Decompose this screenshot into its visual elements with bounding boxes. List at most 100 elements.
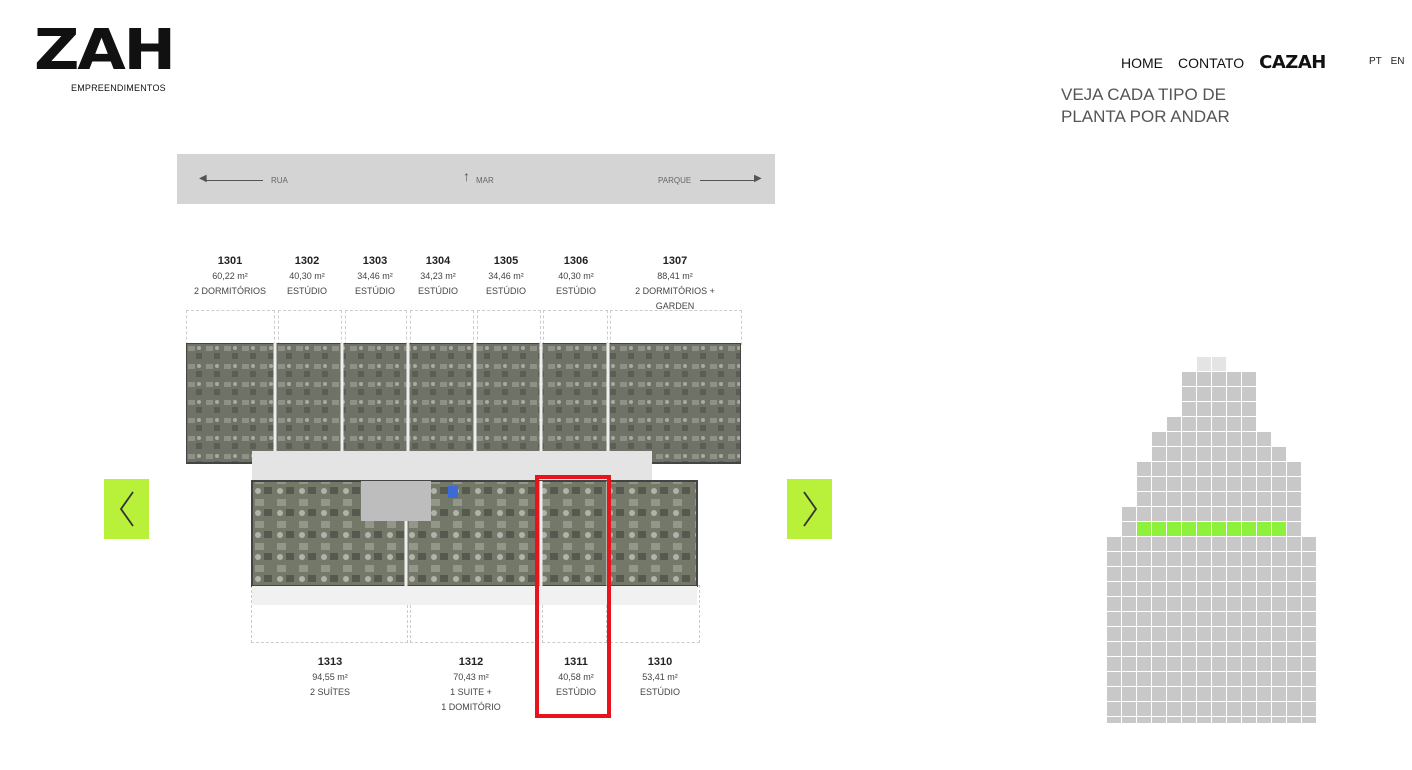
floor-cell[interactable] bbox=[1107, 597, 1121, 611]
floor-cell[interactable] bbox=[1257, 552, 1271, 566]
floor-cell[interactable] bbox=[1137, 612, 1151, 626]
floor-cell[interactable] bbox=[1197, 582, 1211, 596]
floor-cell[interactable] bbox=[1287, 627, 1301, 641]
floor-cell[interactable] bbox=[1182, 432, 1196, 446]
floor-cell[interactable] bbox=[1107, 612, 1121, 626]
floor-cell[interactable] bbox=[1182, 372, 1196, 386]
floor-cell[interactable] bbox=[1182, 417, 1196, 431]
floor-cell[interactable] bbox=[1257, 447, 1271, 461]
floor-cell[interactable] bbox=[1287, 552, 1301, 566]
floor-cell[interactable] bbox=[1167, 582, 1181, 596]
floor-cell[interactable] bbox=[1107, 657, 1121, 671]
floor-cell[interactable] bbox=[1152, 492, 1166, 506]
floor-cell[interactable] bbox=[1257, 597, 1271, 611]
floor-cell[interactable] bbox=[1197, 372, 1211, 386]
floor-cell[interactable] bbox=[1137, 537, 1151, 551]
floor-cell[interactable] bbox=[1197, 552, 1211, 566]
floor-cell[interactable] bbox=[1152, 672, 1166, 686]
floor-cell[interactable] bbox=[1272, 582, 1286, 596]
floor-cell[interactable] bbox=[1287, 537, 1301, 551]
floor-cell[interactable] bbox=[1302, 672, 1316, 686]
floor-cell[interactable] bbox=[1212, 567, 1226, 581]
floor-cell[interactable] bbox=[1212, 507, 1226, 521]
floor-cell[interactable] bbox=[1197, 492, 1211, 506]
floor-cell[interactable] bbox=[1152, 717, 1166, 723]
floor-cell[interactable] bbox=[1122, 717, 1136, 723]
floor-cell[interactable] bbox=[1167, 627, 1181, 641]
floor-cell[interactable] bbox=[1137, 687, 1151, 701]
floor-cell[interactable] bbox=[1302, 552, 1316, 566]
floor-cell[interactable] bbox=[1107, 702, 1121, 716]
floor-cell[interactable] bbox=[1152, 597, 1166, 611]
floor-cell-active[interactable] bbox=[1242, 522, 1256, 536]
floor-cell[interactable] bbox=[1257, 462, 1271, 476]
floor-cell[interactable] bbox=[1152, 657, 1166, 671]
floor-cell[interactable] bbox=[1302, 612, 1316, 626]
unit-outline-1302[interactable] bbox=[278, 310, 342, 345]
floor-cell-active[interactable] bbox=[1212, 522, 1226, 536]
floor-cell[interactable] bbox=[1182, 387, 1196, 401]
floor-cell[interactable] bbox=[1272, 507, 1286, 521]
floor-cell[interactable] bbox=[1122, 702, 1136, 716]
floor-cell[interactable] bbox=[1257, 567, 1271, 581]
floor-cell[interactable] bbox=[1242, 552, 1256, 566]
floor-cell[interactable] bbox=[1152, 552, 1166, 566]
floor-cell[interactable] bbox=[1152, 432, 1166, 446]
floor-cell[interactable] bbox=[1137, 642, 1151, 656]
unit-label-1312[interactable]: 1312 70,43 m² 1 SUITE + 1 DOMITÓRIO bbox=[430, 655, 512, 715]
floor-cell[interactable] bbox=[1257, 642, 1271, 656]
floor-cell[interactable] bbox=[1182, 507, 1196, 521]
floor-cell-active[interactable] bbox=[1137, 522, 1151, 536]
floor-cell[interactable] bbox=[1182, 687, 1196, 701]
floor-cell[interactable] bbox=[1227, 537, 1241, 551]
floor-cell[interactable] bbox=[1182, 537, 1196, 551]
floor-cell[interactable] bbox=[1152, 702, 1166, 716]
floor-cell-active[interactable] bbox=[1152, 522, 1166, 536]
unit-outline-1305[interactable] bbox=[477, 310, 541, 345]
floor-cell[interactable] bbox=[1287, 672, 1301, 686]
floor-cell[interactable] bbox=[1302, 582, 1316, 596]
floor-cell[interactable] bbox=[1212, 417, 1226, 431]
floor-cell[interactable] bbox=[1182, 462, 1196, 476]
floor-cell[interactable] bbox=[1242, 447, 1256, 461]
floor-cell[interactable] bbox=[1197, 537, 1211, 551]
floor-cell[interactable] bbox=[1272, 717, 1286, 723]
floor-cell[interactable] bbox=[1107, 687, 1121, 701]
floor-cell[interactable] bbox=[1212, 702, 1226, 716]
unit-outline-1301[interactable] bbox=[186, 310, 275, 345]
floor-cell[interactable] bbox=[1137, 672, 1151, 686]
floor-cell[interactable] bbox=[1302, 642, 1316, 656]
floor-cell[interactable] bbox=[1197, 402, 1211, 416]
floor-cell[interactable] bbox=[1242, 507, 1256, 521]
floor-cell[interactable] bbox=[1257, 432, 1271, 446]
floor-cell-active[interactable] bbox=[1197, 522, 1211, 536]
floor-cell[interactable] bbox=[1242, 582, 1256, 596]
floor-cell[interactable] bbox=[1152, 642, 1166, 656]
floor-cell[interactable] bbox=[1137, 582, 1151, 596]
floor-cell[interactable] bbox=[1227, 447, 1241, 461]
floor-cell[interactable] bbox=[1182, 717, 1196, 723]
floor-cell[interactable] bbox=[1212, 492, 1226, 506]
floor-cell[interactable] bbox=[1212, 432, 1226, 446]
floor-cell[interactable] bbox=[1182, 672, 1196, 686]
floor-cell[interactable] bbox=[1197, 447, 1211, 461]
floor-cell[interactable] bbox=[1302, 687, 1316, 701]
unit-label-1313[interactable]: 1313 94,55 m² 2 SUÍTES bbox=[290, 655, 370, 700]
floor-cell[interactable] bbox=[1167, 477, 1181, 491]
floor-cell[interactable] bbox=[1227, 642, 1241, 656]
floor-cell[interactable] bbox=[1302, 597, 1316, 611]
floor-cell[interactable] bbox=[1272, 477, 1286, 491]
floor-cell[interactable] bbox=[1242, 537, 1256, 551]
floor-cell[interactable] bbox=[1227, 702, 1241, 716]
floor-cell[interactable] bbox=[1167, 492, 1181, 506]
floor-cell[interactable] bbox=[1212, 447, 1226, 461]
floor-cell[interactable] bbox=[1287, 642, 1301, 656]
floor-cell[interactable] bbox=[1287, 702, 1301, 716]
floor-cell[interactable] bbox=[1167, 432, 1181, 446]
floor-cell[interactable] bbox=[1257, 582, 1271, 596]
floor-cell-active[interactable] bbox=[1272, 522, 1286, 536]
floor-cell[interactable] bbox=[1257, 657, 1271, 671]
floor-cell[interactable] bbox=[1182, 702, 1196, 716]
floor-cell[interactable] bbox=[1227, 402, 1241, 416]
floor-cell[interactable] bbox=[1122, 567, 1136, 581]
